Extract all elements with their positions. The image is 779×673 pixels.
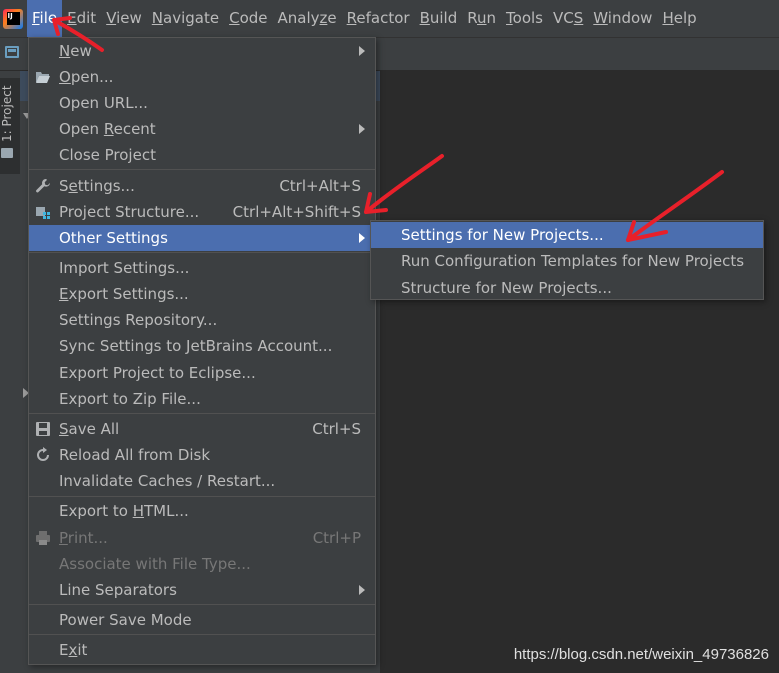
menu-item-open-recent[interactable]: Open Recent: [29, 116, 375, 142]
project-view-icon[interactable]: [5, 46, 19, 58]
menu-item-label: Export to HTML...: [59, 502, 189, 520]
chevron-right-icon: [359, 46, 365, 56]
menu-item-label: Import Settings...: [59, 259, 190, 277]
menu-item-label: Other Settings: [59, 229, 168, 247]
menu-item-label: Open...: [59, 68, 114, 86]
menu-help[interactable]: Help: [657, 0, 701, 37]
submenu-item-label: Settings for New Projects...: [401, 226, 604, 244]
menu-item-project-structure[interactable]: Project Structure... Ctrl+Alt+Shift+S: [29, 199, 375, 225]
chevron-right-icon: [359, 233, 365, 243]
menu-separator: [29, 413, 375, 414]
menu-item-label: Open Recent: [59, 120, 156, 138]
menu-item-save-all[interactable]: Save All Ctrl+S: [29, 416, 375, 442]
menu-item-label: Export Settings...: [59, 285, 189, 303]
menu-item-open-url[interactable]: Open URL...: [29, 90, 375, 116]
menu-item-export-project-to-eclipse[interactable]: Export Project to Eclipse...: [29, 360, 375, 386]
wrench-icon: [35, 178, 51, 194]
menu-item-import-settings[interactable]: Import Settings...: [29, 255, 375, 281]
menu-window[interactable]: Window: [588, 0, 657, 37]
file-menu-dropdown: New Open... Open URL... Open Recent Close Pr…: [28, 37, 376, 665]
menu-item-label: Sync Settings to JetBrains Account...: [59, 337, 333, 355]
menu-item-label: Save All: [59, 420, 120, 438]
submenu-item-run-configuration-templates-for-new-projects[interactable]: Run Configuration Templates for New Proj…: [371, 248, 763, 274]
reload-icon: [35, 447, 51, 463]
menu-item-settings[interactable]: Settings... Ctrl+Alt+S: [29, 173, 375, 199]
menu-separator: [29, 634, 375, 635]
submenu-item-label: Run Configuration Templates for New Proj…: [401, 252, 745, 270]
menu-view[interactable]: View: [101, 0, 147, 37]
project-structure-icon: [35, 204, 51, 220]
menu-file[interactable]: File: [27, 0, 63, 37]
menu-item-sync-settings-to-jetbrains-account[interactable]: Sync Settings to JetBrains Account...: [29, 333, 375, 359]
menu-item-export-to-html[interactable]: Export to HTML...: [29, 498, 375, 524]
menu-item-label: Export to Zip File...: [59, 390, 201, 408]
menu-code[interactable]: Code: [224, 0, 272, 37]
menu-item-label: Reload All from Disk: [59, 446, 211, 464]
menu-item-associate-with-file-type: Associate with File Type...: [29, 551, 375, 577]
menu-separator: [29, 604, 375, 605]
menu-item-close-project[interactable]: Close Project: [29, 142, 375, 168]
folder-open-icon: [35, 69, 51, 85]
menu-refactor[interactable]: Refactor: [342, 0, 415, 37]
menu-item-shortcut: Ctrl+P: [312, 529, 361, 547]
menu-item-label: Close Project: [59, 146, 156, 164]
project-tool-tab-label[interactable]: 1: Project: [0, 85, 14, 142]
menu-item-exit[interactable]: Exit: [29, 637, 375, 663]
chevron-right-icon: [359, 124, 365, 134]
menu-item-label: Power Save Mode: [59, 611, 192, 629]
submenu-item-structure-for-new-projects[interactable]: Structure for New Projects...: [371, 275, 763, 301]
menu-item-label: Open URL...: [59, 94, 148, 112]
menu-item-label: Line Separators: [59, 581, 177, 599]
menu-analyze[interactable]: Analyze: [273, 0, 342, 37]
menu-item-export-to-zip-file[interactable]: Export to Zip File...: [29, 386, 375, 412]
menu-item-shortcut: Ctrl+Alt+Shift+S: [232, 203, 361, 221]
menu-item-label: Exit: [59, 641, 88, 659]
menu-edit[interactable]: Edit: [62, 0, 101, 37]
menu-item-power-save-mode[interactable]: Power Save Mode: [29, 607, 375, 633]
menu-bar: IJ File Edit View Navigate Code Analyze Refact…: [0, 0, 779, 38]
menu-item-new[interactable]: New: [29, 38, 375, 64]
watermark: https://blog.csdn.net/weixin_49736826: [513, 646, 769, 663]
folder-icon: [1, 148, 13, 158]
menu-navigate[interactable]: Navigate: [147, 0, 224, 37]
other-settings-submenu: Settings for New Projects... Run Configur…: [370, 220, 764, 300]
menu-item-line-separators[interactable]: Line Separators: [29, 577, 375, 603]
menu-item-shortcut: Ctrl+Alt+S: [279, 177, 361, 195]
menu-item-shortcut: Ctrl+S: [312, 420, 361, 438]
menu-item-open[interactable]: Open...: [29, 64, 375, 90]
menu-build[interactable]: Build: [415, 0, 463, 37]
menu-item-label: Invalidate Caches / Restart...: [59, 472, 276, 490]
menu-tools[interactable]: Tools: [501, 0, 548, 37]
intellij-logo-icon: IJ: [3, 8, 23, 29]
menu-item-label: Associate with File Type...: [59, 555, 251, 573]
menu-run[interactable]: Run: [462, 0, 501, 37]
menu-separator: [29, 169, 375, 170]
submenu-item-label: Structure for New Projects...: [401, 279, 612, 297]
menu-item-other-settings[interactable]: Other Settings: [29, 225, 375, 251]
menu-item-invalidate-caches-restart[interactable]: Invalidate Caches / Restart...: [29, 468, 375, 494]
menu-separator: [29, 496, 375, 497]
menu-item-label: Print...: [59, 529, 108, 547]
menu-item-label: Export Project to Eclipse...: [59, 364, 256, 382]
menu-separator: [29, 252, 375, 253]
print-icon: [35, 530, 51, 546]
menu-item-label: Settings Repository...: [59, 311, 218, 329]
menu-item-print: Print... Ctrl+P: [29, 525, 375, 551]
menu-item-label: Settings...: [59, 177, 135, 195]
menu-vcs[interactable]: VCS: [548, 0, 588, 37]
chevron-right-icon: [359, 585, 365, 595]
menu-item-label: New: [59, 42, 92, 60]
menu-item-reload-all-from-disk[interactable]: Reload All from Disk: [29, 442, 375, 468]
submenu-item-settings-for-new-projects[interactable]: Settings for New Projects...: [371, 222, 763, 248]
menu-item-export-settings[interactable]: Export Settings...: [29, 281, 375, 307]
menu-item-settings-repository[interactable]: Settings Repository...: [29, 307, 375, 333]
save-icon: [35, 421, 51, 437]
menu-item-label: Project Structure...: [59, 203, 200, 221]
